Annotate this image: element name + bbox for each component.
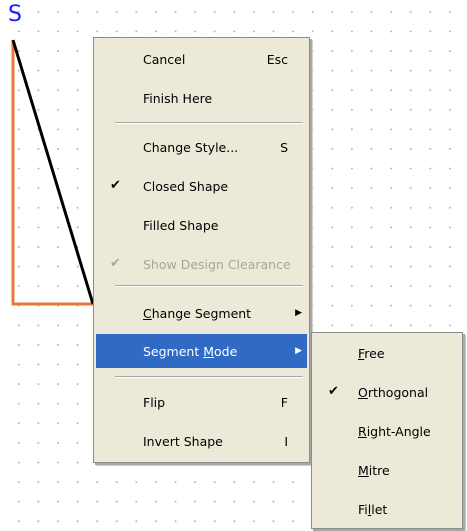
- menu-item-label: Closed Shape: [143, 179, 229, 194]
- menu-item-shortcut: S: [280, 140, 288, 155]
- menu-item-cancel[interactable]: Cancel Esc: [96, 42, 307, 76]
- menu-item-label: Free: [358, 346, 385, 361]
- current-segment: [11, 39, 95, 305]
- submenu-item-mitre[interactable]: Mitre: [314, 452, 460, 489]
- menu-item-shortcut: I: [284, 434, 288, 449]
- menu-item-label: Mitre: [358, 463, 390, 478]
- menu-item-label: Change Style...: [143, 140, 239, 155]
- menu-item-finish-here[interactable]: Finish Here: [96, 81, 307, 115]
- menu-item-show-design-clearance: ✔ Show Design Clearance: [96, 247, 307, 281]
- submenu-arrow-icon: ▶: [295, 308, 302, 318]
- menu-item-change-style[interactable]: Change Style... S: [96, 130, 307, 164]
- check-icon: ✔: [110, 256, 121, 271]
- menu-item-shortcut: Esc: [266, 52, 288, 67]
- submenu-arrow-icon: ▶: [295, 346, 302, 356]
- menu-item-label: Flip: [143, 395, 166, 410]
- menu-separator: [115, 122, 303, 124]
- menu-separator: [115, 376, 303, 378]
- menu-item-label: Filled Shape: [143, 218, 219, 233]
- menu-item-label: Change Segment: [143, 306, 252, 321]
- menu-item-filled-shape[interactable]: Filled Shape: [96, 208, 307, 242]
- menu-item-flip[interactable]: Flip F: [96, 385, 307, 419]
- menu-separator: [115, 285, 303, 287]
- menu-item-label: Segment Mode: [143, 344, 238, 359]
- menu-item-label: Cancel: [143, 52, 186, 67]
- menu-item-change-segment[interactable]: Change Segment ▶: [96, 296, 307, 330]
- submenu-item-orthogonal[interactable]: ✔ Orthogonal: [314, 374, 460, 411]
- segment-mode-submenu: Free ✔ Orthogonal Right-Angle Mitre Fill…: [311, 332, 463, 529]
- check-icon: ✔: [110, 178, 121, 193]
- menu-item-label: Right-Angle: [358, 424, 431, 439]
- menu-item-segment-mode[interactable]: Segment Mode ▶: [96, 334, 307, 368]
- submenu-item-right-angle[interactable]: Right-Angle: [314, 413, 460, 450]
- menu-item-invert-shape[interactable]: Invert Shape I: [96, 424, 307, 458]
- menu-item-closed-shape[interactable]: ✔ Closed Shape: [96, 169, 307, 203]
- submenu-item-free[interactable]: Free: [314, 335, 460, 372]
- context-menu: Cancel Esc Finish Here Change Style... S…: [93, 37, 310, 463]
- menu-item-label: Show Design Clearance: [143, 257, 291, 272]
- menu-item-shortcut: F: [280, 395, 288, 410]
- menu-item-label: Fillet: [358, 502, 388, 517]
- menu-item-label: Invert Shape: [143, 434, 223, 449]
- check-icon: ✔: [328, 384, 339, 399]
- menu-item-label: Finish Here: [143, 91, 213, 106]
- start-point-marker: S: [8, 2, 22, 27]
- menu-item-label: Orthogonal: [358, 385, 429, 400]
- submenu-item-fillet[interactable]: Fillet: [314, 491, 460, 528]
